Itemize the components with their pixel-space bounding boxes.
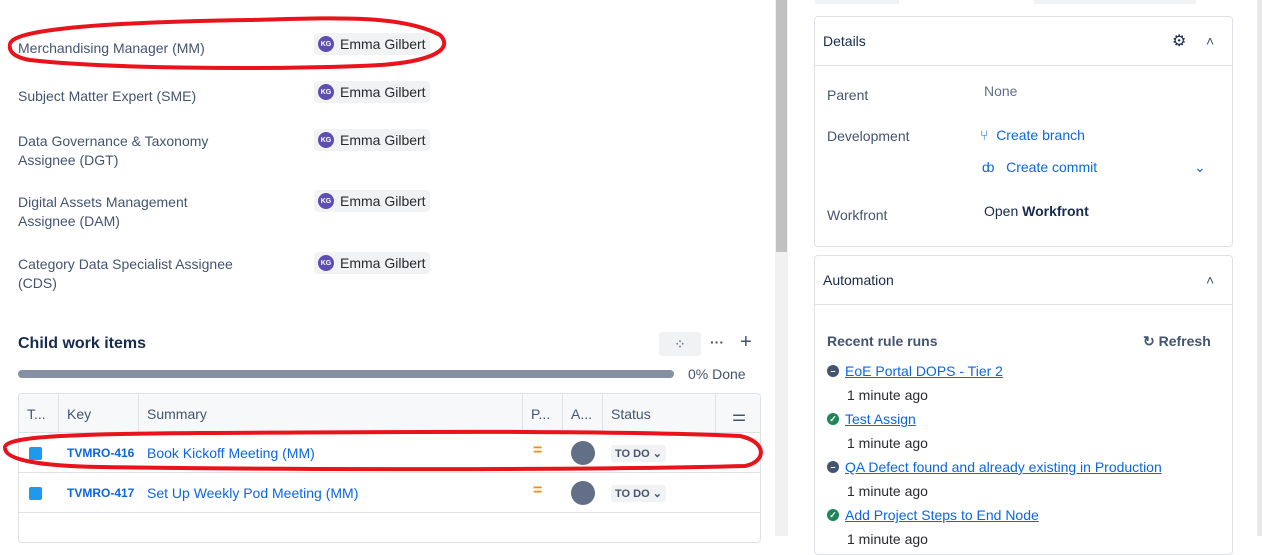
field-label: Subject Matter Expert (SME) <box>18 88 197 104</box>
scrollbar-thumb[interactable] <box>776 0 787 252</box>
refresh-button[interactable]: ↻ Refresh <box>1143 333 1211 350</box>
chevron-up-icon[interactable]: ˄ <box>1206 272 1214 288</box>
assignee-chip[interactable]: KG Emma Gilbert <box>314 129 430 151</box>
more-icon[interactable]: ··· <box>710 334 724 350</box>
run-time: 1 minute ago <box>847 387 928 403</box>
assignee-chip[interactable]: KG Emma Gilbert <box>314 81 430 103</box>
workfront-label: Workfront <box>827 207 888 223</box>
run-time: 1 minute ago <box>847 531 928 547</box>
success-status-icon: ✓ <box>827 413 839 425</box>
child-items-title: Child work items <box>18 335 147 352</box>
unassigned-avatar-icon[interactable] <box>571 481 595 505</box>
rule-link[interactable]: EoE Portal DOPS - Tier 2 <box>845 363 1003 379</box>
item-summary[interactable]: Set Up Weekly Pod Meeting (MM) <box>147 485 358 501</box>
neutral-status-icon: – <box>827 461 839 473</box>
add-icon[interactable]: + <box>740 331 752 354</box>
automation-panel: Automation ˄ Recent rule runs ↻ Refresh … <box>814 255 1233 555</box>
rule-run: ✓ Test Assign <box>827 411 916 427</box>
table-row[interactable]: TVMRO-417 Set Up Weekly Pod Meeting (MM)… <box>19 473 760 513</box>
status-dropdown[interactable]: TO DO ⌄ <box>611 445 666 462</box>
item-key[interactable]: TVMRO-417 <box>67 486 134 500</box>
loading-icon[interactable]: ⁘ <box>659 332 701 356</box>
field-label: Digital Assets Management Assignee (DAM) <box>18 194 188 229</box>
field-label: Merchandising Manager (MM) <box>18 40 205 56</box>
col-key[interactable]: Key <box>59 394 139 433</box>
chevron-up-icon[interactable]: ˄ <box>1206 33 1214 49</box>
assignee-name: Emma Gilbert <box>340 132 426 148</box>
details-header[interactable]: Details ⚙ ˄ <box>815 17 1232 66</box>
refresh-icon: ↻ <box>1143 333 1155 349</box>
field-label: Category Data Specialist Assignee (CDS) <box>18 256 233 291</box>
chevron-down-icon[interactable]: ⌄ <box>1194 159 1206 176</box>
gear-icon[interactable]: ⚙ <box>1172 31 1186 51</box>
parent-value[interactable]: None <box>984 83 1017 99</box>
task-type-icon <box>29 447 42 460</box>
field-label: Data Governance & Taxonomy Assignee (DGT… <box>18 133 209 168</box>
col-type[interactable]: T... <box>19 394 59 433</box>
details-title: Details <box>823 33 866 49</box>
priority-medium-icon: = <box>533 442 543 459</box>
unassigned-avatar-icon[interactable] <box>571 441 595 465</box>
table-row[interactable]: TVMRO-416 Book Kickoff Meeting (MM) = TO… <box>19 433 760 473</box>
workfront-link[interactable]: Open Workfront <box>984 203 1089 219</box>
branch-icon: ⑂ <box>980 127 989 143</box>
success-status-icon: ✓ <box>827 509 839 521</box>
col-assignee[interactable]: A... <box>563 394 603 433</box>
assignee-chip[interactable]: KG Emma Gilbert <box>314 33 430 55</box>
run-time: 1 minute ago <box>847 435 928 451</box>
assignee-name: Emma Gilbert <box>340 36 426 52</box>
page-scrollbar[interactable] <box>1257 0 1262 536</box>
recent-runs-label: Recent rule runs <box>827 333 938 349</box>
column-settings-icon[interactable]: ⚌ <box>716 394 760 433</box>
rule-run: – QA Defect found and already existing in… <box>827 459 1162 475</box>
rule-link[interactable]: Test Assign <box>845 411 916 427</box>
parent-label: Parent <box>827 87 869 103</box>
avatar: KG <box>318 193 334 209</box>
progress-label: 0% Done <box>688 366 746 382</box>
assignee-name: Emma Gilbert <box>340 84 426 100</box>
create-commit-link[interactable]: ȸ Create commit <box>982 159 1097 175</box>
assignee-name: Emma Gilbert <box>340 193 426 209</box>
create-branch-link[interactable]: ⑂ Create branch <box>980 127 1085 143</box>
assignee-name: Emma Gilbert <box>340 255 426 271</box>
assignee-chip[interactable]: KG Emma Gilbert <box>314 252 430 274</box>
col-status[interactable]: Status <box>603 394 716 433</box>
avatar: KG <box>318 132 334 148</box>
automation-title: Automation <box>823 272 894 288</box>
avatar: KG <box>318 36 334 52</box>
item-key[interactable]: TVMRO-416 <box>67 446 134 460</box>
assignee-chip[interactable]: KG Emma Gilbert <box>314 190 430 212</box>
rule-run: – EoE Portal DOPS - Tier 2 <box>827 363 1003 379</box>
avatar: KG <box>318 84 334 100</box>
top-button[interactable] <box>1034 0 1196 4</box>
details-panel: Details ⚙ ˄ Parent None Development ⑂ Cr… <box>814 16 1233 247</box>
neutral-status-icon: – <box>827 365 839 377</box>
avatar: KG <box>318 255 334 271</box>
col-summary[interactable]: Summary <box>139 394 523 433</box>
development-label: Development <box>827 128 910 144</box>
col-priority[interactable]: P... <box>523 394 563 433</box>
rule-run: ✓ Add Project Steps to End Node <box>827 507 1039 523</box>
rule-link[interactable]: Add Project Steps to End Node <box>845 507 1039 523</box>
commit-icon: ȸ <box>982 159 995 175</box>
rule-link[interactable]: QA Defect found and already existing in … <box>845 459 1162 475</box>
top-button[interactable] <box>815 0 899 4</box>
automation-header[interactable]: Automation ˄ <box>815 256 1232 305</box>
task-type-icon <box>29 487 42 500</box>
status-dropdown[interactable]: TO DO ⌄ <box>611 485 666 502</box>
run-time: 1 minute ago <box>847 483 928 499</box>
item-summary[interactable]: Book Kickoff Meeting (MM) <box>147 445 315 461</box>
child-items-table: T... Key Summary P... A... Status ⚌ TVMR… <box>18 393 761 543</box>
priority-medium-icon: = <box>533 482 543 499</box>
progress-bar <box>18 370 674 378</box>
